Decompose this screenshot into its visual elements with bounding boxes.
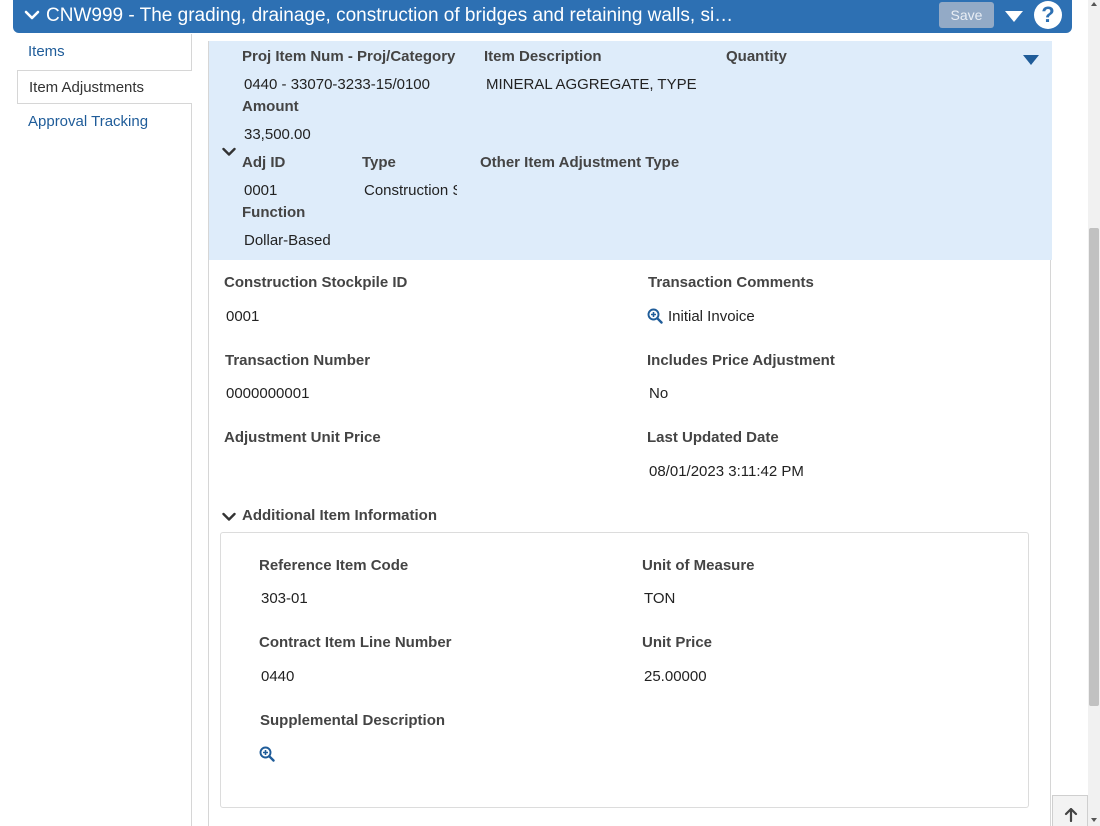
- adj-id-value: 0001: [244, 182, 278, 199]
- function-label: Function: [242, 204, 306, 221]
- expand-caret-icon[interactable]: [1022, 54, 1040, 66]
- proj-item-num-label: Proj Item Num - Proj/Category: [242, 48, 456, 65]
- caret-down-icon[interactable]: [1003, 8, 1025, 24]
- other-type-label: Other Item Adjustment Type: [480, 154, 680, 171]
- quantity-label: Quantity: [726, 48, 787, 65]
- page-header: CNW999 - The grading, drainage, construc…: [13, 0, 1072, 33]
- summary-header[interactable]: Proj Item Num - Proj/Category 0440 - 330…: [209, 41, 1052, 260]
- item-description-label: Item Description: [484, 48, 602, 65]
- zoom-in-icon[interactable]: [647, 308, 663, 324]
- help-icon[interactable]: ?: [1034, 1, 1062, 29]
- amount-label: Amount: [242, 98, 299, 115]
- adj-unit-price-label: Adjustment Unit Price: [224, 429, 381, 446]
- includes-price-adj-value: No: [649, 385, 669, 402]
- transaction-comments-value: Initial Invoice: [668, 308, 755, 325]
- additional-info-toggle[interactable]: Additional Item Information: [242, 507, 437, 524]
- page-title: CNW999 - The grading, drainage, construc…: [46, 5, 734, 26]
- sidebar-nav: Items Item Adjustments Approval Tracking: [17, 34, 192, 826]
- contract-line-value: 0440: [261, 668, 295, 685]
- last-updated-label: Last Updated Date: [647, 429, 779, 446]
- scrollbar-thumb[interactable]: [1089, 228, 1099, 706]
- unit-price-value: 25.00000: [644, 668, 707, 685]
- supplemental-label: Supplemental Description: [260, 712, 446, 729]
- unit-price-label: Unit Price: [642, 634, 713, 651]
- ref-item-code-label: Reference Item Code: [259, 557, 409, 574]
- scroll-to-top-button[interactable]: [1052, 795, 1088, 826]
- proj-item-num-value: 0440 - 33070-3233-15/0100: [244, 76, 430, 93]
- sidebar-item-items[interactable]: Items: [17, 35, 192, 69]
- function-value: Dollar-Based: [244, 232, 331, 249]
- stockpile-id-label: Construction Stockpile ID: [224, 274, 408, 291]
- sidebar-item-approval-tracking[interactable]: Approval Tracking: [17, 105, 192, 139]
- contract-line-label: Contract Item Line Number: [259, 634, 452, 651]
- type-value: Construction Stockpile: [364, 182, 457, 199]
- item-description-value: MINERAL AGGREGATE, TYPE: [486, 76, 697, 93]
- transaction-number-label: Transaction Number: [225, 352, 371, 369]
- additional-info-panel: Reference Item Code 303-01 Unit of Measu…: [220, 532, 1029, 808]
- scroll-down-arrow-icon[interactable]: [1090, 816, 1098, 824]
- type-label: Type: [362, 154, 396, 171]
- stockpile-id-value: 0001: [226, 308, 260, 325]
- adj-id-label: Adj ID: [242, 154, 286, 171]
- save-button[interactable]: Save: [939, 2, 994, 28]
- ref-item-code-value: 303-01: [261, 590, 308, 607]
- transaction-comments-label: Transaction Comments: [648, 274, 814, 291]
- unit-of-measure-value: TON: [644, 590, 676, 607]
- chevron-down-icon[interactable]: [222, 512, 236, 522]
- unit-of-measure-label: Unit of Measure: [642, 557, 755, 574]
- includes-price-adj-label: Includes Price Adjustment: [647, 352, 835, 369]
- transaction-number-value: 0000000001: [226, 385, 310, 402]
- item-adjustment-panel: Proj Item Num - Proj/Category 0440 - 330…: [208, 41, 1052, 826]
- zoom-in-icon[interactable]: [259, 746, 275, 762]
- arrow-up-icon: [1064, 808, 1078, 822]
- sidebar-item-item-adjustments[interactable]: Item Adjustments: [17, 70, 192, 104]
- amount-value: 33,500.00: [244, 126, 311, 143]
- scroll-up-arrow-icon[interactable]: [1090, 0, 1098, 8]
- last-updated-value: 08/01/2023 3:11:42 PM: [649, 463, 804, 480]
- chevron-down-icon[interactable]: [24, 6, 40, 24]
- chevron-down-icon[interactable]: [222, 147, 236, 157]
